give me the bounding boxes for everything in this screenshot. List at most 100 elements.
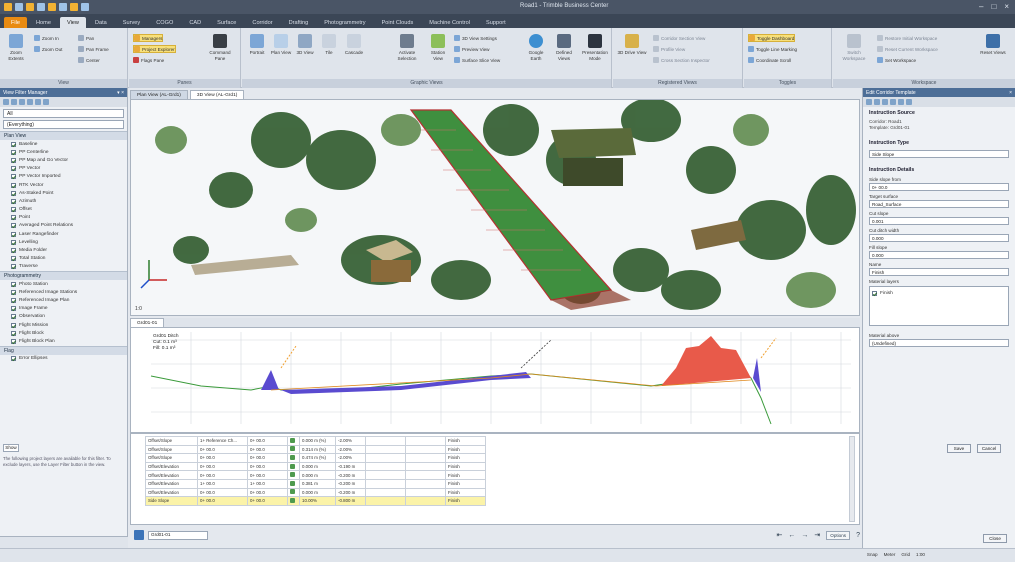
material-layers-list[interactable]: Finish	[869, 286, 1009, 326]
cross-section-view[interactable]: Grd01 Ditch Cut: 0.1 m³ Fill: 0.1 m³	[130, 327, 860, 433]
checkbox[interactable]	[11, 297, 16, 303]
new-filter-icon[interactable]	[3, 99, 9, 105]
snap-indicator[interactable]: Snap	[867, 552, 878, 557]
command-pane-button[interactable]: Command Pane	[205, 34, 235, 61]
filter-combo[interactable]: All	[3, 109, 124, 118]
filter-item[interactable]: Offset	[0, 206, 127, 214]
tab-cad[interactable]: CAD	[182, 17, 208, 28]
cancel-button[interactable]: Cancel	[977, 444, 1001, 453]
3d-view-canvas[interactable]: 1:0	[130, 99, 860, 316]
filter-item[interactable]: Baseline	[0, 140, 127, 148]
save-button[interactable]: Save	[947, 444, 971, 453]
filter-item[interactable]: As-Staked Point	[0, 189, 127, 197]
surface-slice-view-button[interactable]: Surface Slice View	[454, 56, 500, 64]
reset-views-button[interactable]: Reset Views	[979, 34, 1007, 56]
activate-selection-button[interactable]: Activate Selection	[392, 34, 422, 61]
table-scrollbar[interactable]	[849, 436, 855, 522]
refresh-icon[interactable]	[43, 99, 49, 105]
tab-profile[interactable]: Grd01-01	[130, 318, 165, 327]
tab-machine-control[interactable]: Machine Control	[422, 17, 477, 28]
visibility-icon[interactable]	[290, 480, 295, 486]
cascade-button[interactable]: Cascade	[342, 34, 366, 56]
checkbox[interactable]	[11, 231, 16, 237]
table-row[interactable]: Offset/Elevation 0+ 00.0 0+ 00.0 0.000 m -0.…	[145, 487, 486, 498]
visibility-icon[interactable]	[290, 463, 295, 469]
managers-button[interactable]: Managers	[133, 34, 164, 42]
center-button[interactable]: Center	[78, 56, 100, 64]
close-icon[interactable]: ×	[1004, 2, 1009, 11]
tab-support[interactable]: Support	[479, 17, 513, 28]
checkbox[interactable]	[11, 157, 16, 163]
visibility-icon[interactable]	[290, 489, 295, 495]
pan-button[interactable]: Pan	[78, 34, 94, 42]
filter-item[interactable]: PP Centerline	[0, 148, 127, 156]
checkbox[interactable]	[11, 338, 16, 344]
set-workspace-button[interactable]: Set Workspace	[877, 56, 916, 64]
checkbox[interactable]	[11, 306, 16, 312]
filter-item[interactable]: Error Ellipses	[0, 355, 127, 363]
tab-plan-view[interactable]: Plan View (AL-Grd1)	[130, 90, 188, 99]
table-row[interactable]: Offset/Slope 0+ 00.0 0+ 00.0 0.314 m (%) -2.…	[145, 444, 486, 455]
filter-item[interactable]: PP Map and Go Vector	[0, 156, 127, 164]
meter-indicator[interactable]: Meter	[884, 552, 896, 557]
move-up-icon[interactable]	[882, 99, 888, 105]
check-all-icon[interactable]	[27, 99, 33, 105]
last-icon[interactable]: ⇥	[814, 531, 820, 539]
field-input[interactable]: Finish	[869, 268, 1009, 276]
portrait-button[interactable]: Portrait	[246, 34, 268, 56]
pan-frame-button[interactable]: Pan Frame	[78, 45, 109, 53]
filter-item[interactable]: PP Vector	[0, 165, 127, 173]
pin-icon[interactable]: ×	[1009, 90, 1012, 96]
toggle-line-marking-button[interactable]: Toggle Line Marking	[748, 45, 797, 53]
zoom-in-button[interactable]: Zoom In	[34, 34, 59, 42]
delete-icon[interactable]	[874, 99, 880, 105]
flags-pane-button[interactable]: Flags Pane	[133, 56, 164, 64]
save-filter-icon[interactable]	[11, 99, 17, 105]
tab-home[interactable]: Home	[29, 17, 58, 28]
tab-data[interactable]: Data	[88, 17, 114, 28]
checkbox[interactable]	[11, 314, 16, 320]
tab-view[interactable]: View	[59, 17, 86, 28]
switch-workspace-button[interactable]: Switch Workspace	[837, 34, 871, 61]
tab-photogrammetry[interactable]: Photogrammetry	[317, 17, 372, 28]
material-above-field[interactable]: (Undefined)	[869, 339, 1009, 347]
filter-item[interactable]: Point	[0, 214, 127, 222]
field-input[interactable]: 0.000	[869, 234, 1009, 242]
filter-item[interactable]: RTK Vector	[0, 181, 127, 189]
pin-icon[interactable]: ▾ ×	[117, 90, 124, 96]
visibility-icon[interactable]	[290, 454, 295, 460]
filter-item[interactable]: Flight Block Plan	[0, 337, 127, 345]
filter-item[interactable]: Flight Block	[0, 329, 127, 337]
filter-item[interactable]: Flight Mission	[0, 321, 127, 329]
tab-drafting[interactable]: Drafting	[282, 17, 316, 28]
preview-view-button[interactable]: Preview View	[454, 45, 490, 53]
3d-view-button[interactable]: 3D View	[294, 34, 316, 56]
checkbox[interactable]	[11, 239, 16, 245]
help-icon[interactable]: ?	[856, 532, 860, 539]
checkbox[interactable]	[11, 215, 16, 221]
prev-icon[interactable]: ←	[788, 532, 795, 539]
tab-corridor[interactable]: Corridor	[245, 17, 279, 28]
table-row[interactable]: Offset/Slope 1+ Reference Ch... 0+ 00.0 0.0…	[145, 436, 486, 446]
uncheck-all-icon[interactable]	[35, 99, 41, 105]
section-photogrammetry[interactable]: Photogrammetry	[0, 271, 127, 280]
table-row[interactable]: Side Slope 0+ 00.0 0+ 00.0 10.00% -0.800 m Fi…	[145, 496, 486, 506]
checkbox[interactable]	[11, 356, 16, 362]
field-input[interactable]: Road_Surface	[869, 200, 1009, 208]
defined-views-button[interactable]: Defined Views	[552, 34, 576, 61]
filter-item[interactable]: Observation	[0, 313, 127, 321]
section-flag[interactable]: Flag	[0, 345, 127, 355]
checkbox[interactable]	[11, 166, 16, 172]
corridor-section-view-button[interactable]: Corridor Section View	[653, 34, 705, 42]
close-button[interactable]: Close	[983, 534, 1007, 543]
zoom-extents-button[interactable]: Zoom Extents	[4, 34, 28, 61]
visibility-icon[interactable]	[290, 446, 295, 452]
visibility-icon[interactable]	[290, 497, 295, 503]
3d-view-settings-button[interactable]: 3D View Settings	[454, 34, 497, 42]
everything-combo[interactable]: (Everything)	[3, 120, 124, 129]
restore-workspace-button[interactable]: Restore Initial Workspace	[877, 34, 937, 42]
visibility-icon[interactable]	[290, 472, 295, 478]
insert-icon[interactable]	[866, 99, 872, 105]
coordinate-scroll-button[interactable]: Coordinate Scroll	[748, 56, 791, 64]
next-icon[interactable]: →	[801, 532, 808, 539]
